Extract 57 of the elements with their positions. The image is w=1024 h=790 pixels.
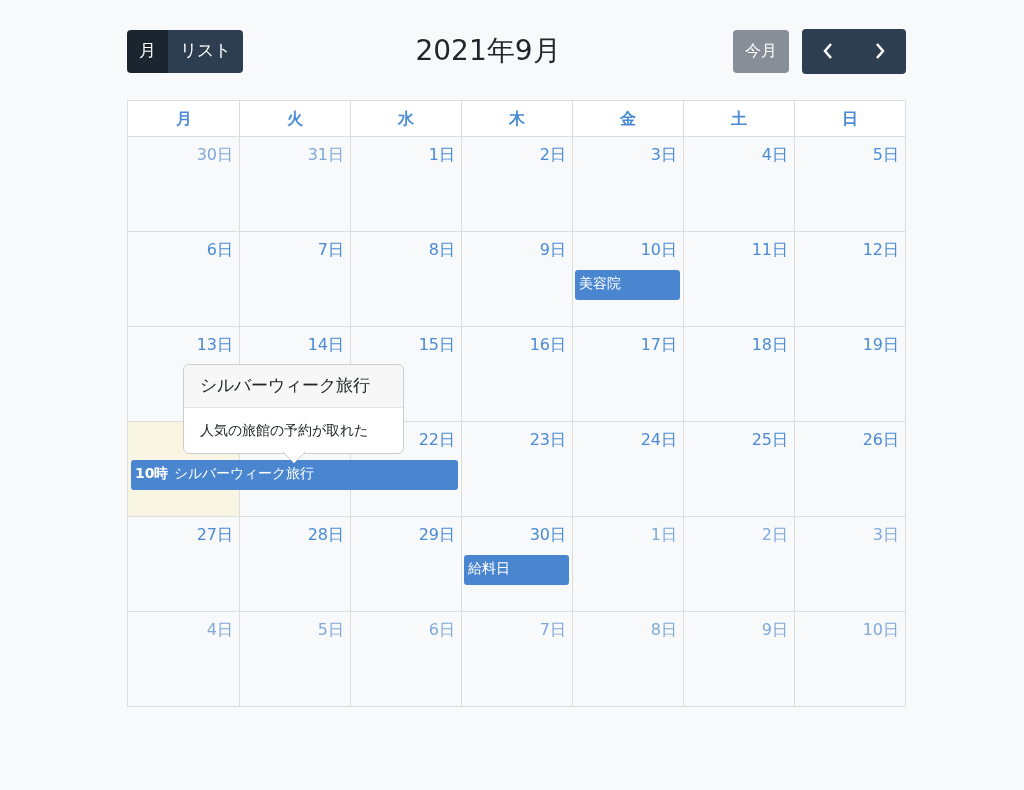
day-number: 2日	[761, 525, 788, 544]
day-number: 6日	[428, 620, 455, 639]
popover-title: シルバーウィーク旅行	[184, 365, 403, 408]
day-number: 3日	[650, 145, 677, 164]
weekday-header: 火	[239, 101, 350, 136]
calendar-event[interactable]: 給料日	[464, 555, 569, 585]
day-number: 27日	[196, 525, 233, 544]
day-number: 6日	[206, 240, 233, 259]
day-number: 8日	[428, 240, 455, 259]
calendar-event[interactable]: 10時 シルバーウィーク旅行	[131, 460, 458, 490]
weekday-header: 水	[350, 101, 461, 136]
day-number: 15日	[418, 335, 455, 354]
chevron-right-icon	[875, 43, 885, 59]
day-number: 14日	[307, 335, 344, 354]
day-number: 23日	[529, 430, 566, 449]
day-number: 2日	[539, 145, 566, 164]
day-number: 4日	[761, 145, 788, 164]
day-number: 5日	[872, 145, 899, 164]
day-number: 9日	[539, 240, 566, 259]
day-number: 26日	[862, 430, 899, 449]
day-number: 12日	[862, 240, 899, 259]
day-number: 4日	[206, 620, 233, 639]
day-number: 9日	[761, 620, 788, 639]
day-number: 10日	[640, 240, 677, 259]
day-number: 18日	[751, 335, 788, 354]
day-number: 30日	[196, 145, 233, 164]
day-number: 22日	[418, 430, 455, 449]
weekday-header: 土	[683, 101, 794, 136]
day-number: 30日	[529, 525, 566, 544]
popover-body: 人気の旅館の予約が取れた	[199, 420, 369, 440]
day-number: 11日	[751, 240, 788, 259]
day-number: 19日	[862, 335, 899, 354]
day-number: 25日	[751, 430, 788, 449]
view-tab[interactable]: リスト	[168, 29, 243, 73]
month-title: 2021年9月	[415, 34, 561, 68]
weekday-header: 金	[572, 101, 683, 136]
weekday-header: 日	[794, 101, 905, 136]
day-number: 28日	[307, 525, 344, 544]
day-number: 31日	[307, 145, 344, 164]
weekday-header: 木	[461, 101, 572, 136]
day-number: 1日	[428, 145, 455, 164]
day-number: 17日	[640, 335, 677, 354]
day-number: 8日	[650, 620, 677, 639]
day-number: 7日	[539, 620, 566, 639]
day-number: 1日	[650, 525, 677, 544]
day-number: 7日	[317, 240, 344, 259]
day-number: 3日	[872, 525, 899, 544]
day-number: 24日	[640, 430, 677, 449]
day-number: 16日	[529, 335, 566, 354]
weekday-header: 月	[174, 107, 193, 130]
view-tab[interactable]: 月	[127, 29, 168, 73]
day-number: 13日	[196, 335, 233, 354]
day-number: 29日	[418, 525, 455, 544]
calendar-event[interactable]: 美容院	[575, 270, 680, 300]
chevron-left-icon	[823, 43, 833, 59]
day-number: 10日	[862, 620, 899, 639]
day-number: 5日	[317, 620, 344, 639]
